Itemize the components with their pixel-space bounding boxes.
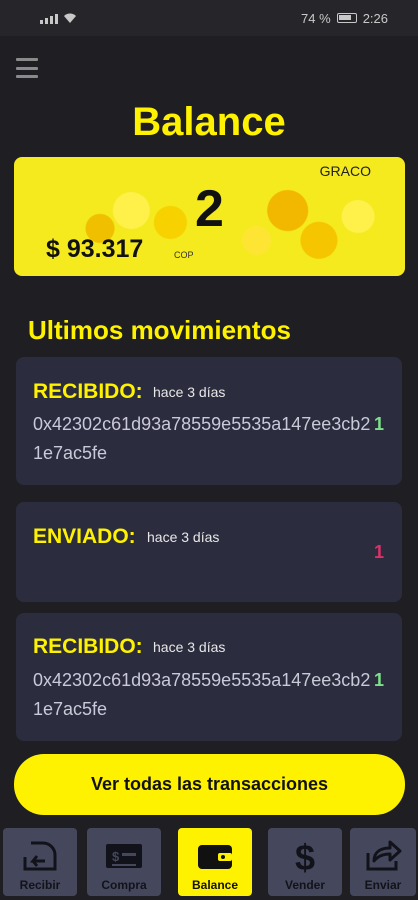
nav-label: Enviar [364, 878, 402, 892]
page-title: Balance [132, 100, 286, 144]
transaction-item[interactable]: RECIBIDO: hace 3 días 0x42302c61d93a7855… [16, 357, 402, 485]
nav-label: Vender [284, 878, 326, 892]
nav-balance[interactable]: Balance [178, 828, 252, 896]
transaction-time: hace 3 días [153, 639, 226, 655]
svg-text:$: $ [295, 838, 315, 874]
transaction-type: RECIBIDO: [33, 380, 143, 403]
balance-card: GRACO 2 $ 93.317 COP [14, 157, 405, 276]
clock: 2:26 [362, 10, 388, 26]
receive-icon [20, 838, 60, 874]
battery-icon [336, 13, 357, 23]
balance-currency: COP [174, 250, 194, 260]
token-name: GRACO [319, 163, 371, 179]
transaction-amount: 1 [373, 414, 384, 434]
nav-recibir[interactable]: Recibir [3, 828, 77, 896]
balance-amount: $ 93.317 [46, 235, 144, 263]
view-all-transactions-button[interactable]: Ver todas las transacciones [14, 754, 405, 815]
nav-label: Balance [191, 878, 239, 892]
dollar-icon: $ [285, 838, 325, 874]
transaction-time: hace 3 días [153, 384, 226, 400]
section-title: Ultimos movimientos [28, 315, 291, 345]
battery-percent: 74 % [301, 10, 331, 26]
send-share-icon [363, 838, 403, 874]
transaction-time: hace 3 días [147, 529, 220, 545]
transaction-amount: 1 [373, 670, 384, 690]
transaction-type: ENVIADO: [33, 525, 136, 548]
buy-money-icon: $ [104, 838, 144, 874]
nav-label: Recibir [19, 878, 61, 892]
nav-compra[interactable]: $ Compra [87, 828, 161, 896]
transaction-item[interactable]: RECIBIDO: hace 3 días 0x42302c61d93a7855… [16, 613, 402, 741]
token-count: 2 [195, 180, 224, 238]
nav-vender[interactable]: $ Vender [268, 828, 342, 896]
transaction-item[interactable]: ENVIADO: hace 3 días 1 [16, 502, 402, 602]
transaction-amount: 1 [373, 542, 384, 562]
nav-label: Compra [101, 878, 147, 892]
hamburger-menu-icon[interactable] [16, 58, 38, 78]
signal-icon [40, 13, 77, 24]
wallet-icon [195, 838, 235, 874]
svg-text:$: $ [112, 849, 120, 864]
transaction-type: RECIBIDO: [33, 635, 143, 658]
transaction-hash: 0x42302c61d93a78559e5535a147ee3cb21e7ac5… [33, 414, 371, 463]
nav-enviar[interactable]: Enviar [350, 828, 416, 896]
bottom-navigation: Recibir $ Compra Balance $ Vender Enviar [0, 826, 418, 900]
status-bar: 74 % 2:26 [0, 0, 418, 36]
transaction-hash: 0x42302c61d93a78559e5535a147ee3cb21e7ac5… [33, 670, 371, 719]
